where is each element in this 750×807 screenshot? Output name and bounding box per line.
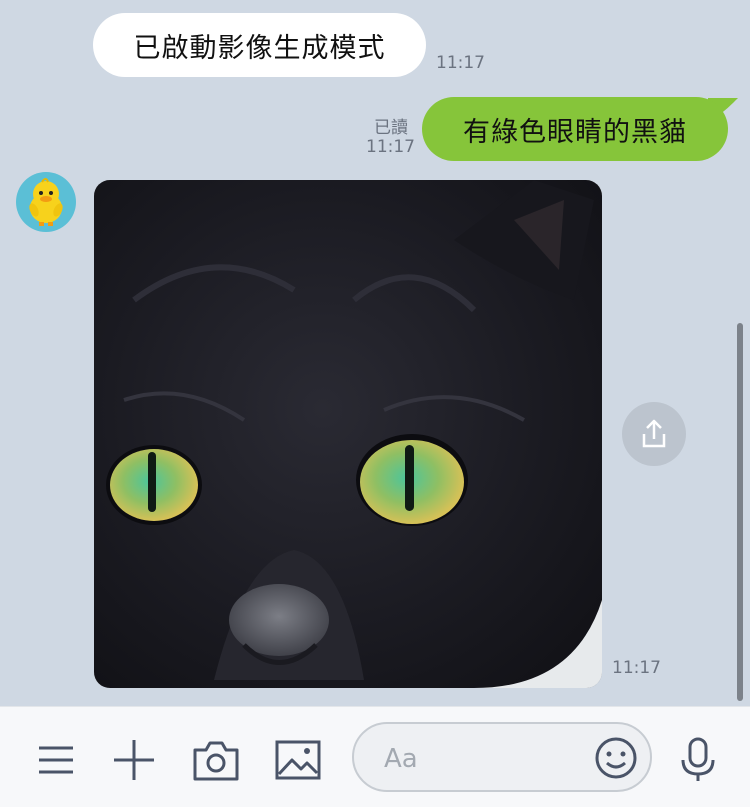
add-button[interactable] <box>110 736 158 784</box>
chat-scrollbar[interactable] <box>737 323 743 701</box>
chat-area: 已啟動影像生成模式 11:17 有綠色眼睛的黑貓 已讀 11:17 11:17 <box>0 0 750 706</box>
image-icon <box>275 740 321 780</box>
incoming-message-text: 已啟動影像生成模式 <box>133 32 386 64</box>
duck-avatar-icon <box>29 178 63 226</box>
camera-icon <box>193 741 239 781</box>
plus-icon <box>114 740 154 780</box>
incoming-message-bubble[interactable]: 已啟動影像生成模式 <box>93 13 426 77</box>
message-input[interactable]: Aa <box>352 722 652 792</box>
outgoing-message-time: 11:17 <box>366 137 415 157</box>
outgoing-message-text: 有綠色眼睛的黑貓 <box>463 116 687 148</box>
microphone-icon <box>681 737 715 781</box>
emoji-icon <box>595 737 637 779</box>
gallery-button[interactable] <box>274 736 322 784</box>
menu-button[interactable] <box>32 736 80 784</box>
incoming-message-time: 11:17 <box>436 53 485 73</box>
menu-icon <box>39 746 73 774</box>
read-receipt: 已讀 <box>374 118 408 138</box>
emoji-button[interactable] <box>594 736 638 780</box>
camera-button[interactable] <box>192 736 240 784</box>
share-button[interactable] <box>622 402 686 466</box>
generated-cat-image[interactable] <box>94 180 602 688</box>
bot-avatar[interactable] <box>16 172 76 232</box>
message-input-placeholder: Aa <box>384 744 418 774</box>
image-message-time: 11:17 <box>612 658 661 678</box>
share-icon <box>642 419 666 448</box>
voice-button[interactable] <box>674 736 722 784</box>
black-cat-picture <box>94 180 602 688</box>
outgoing-message-bubble[interactable]: 有綠色眼睛的黑貓 <box>422 97 728 161</box>
